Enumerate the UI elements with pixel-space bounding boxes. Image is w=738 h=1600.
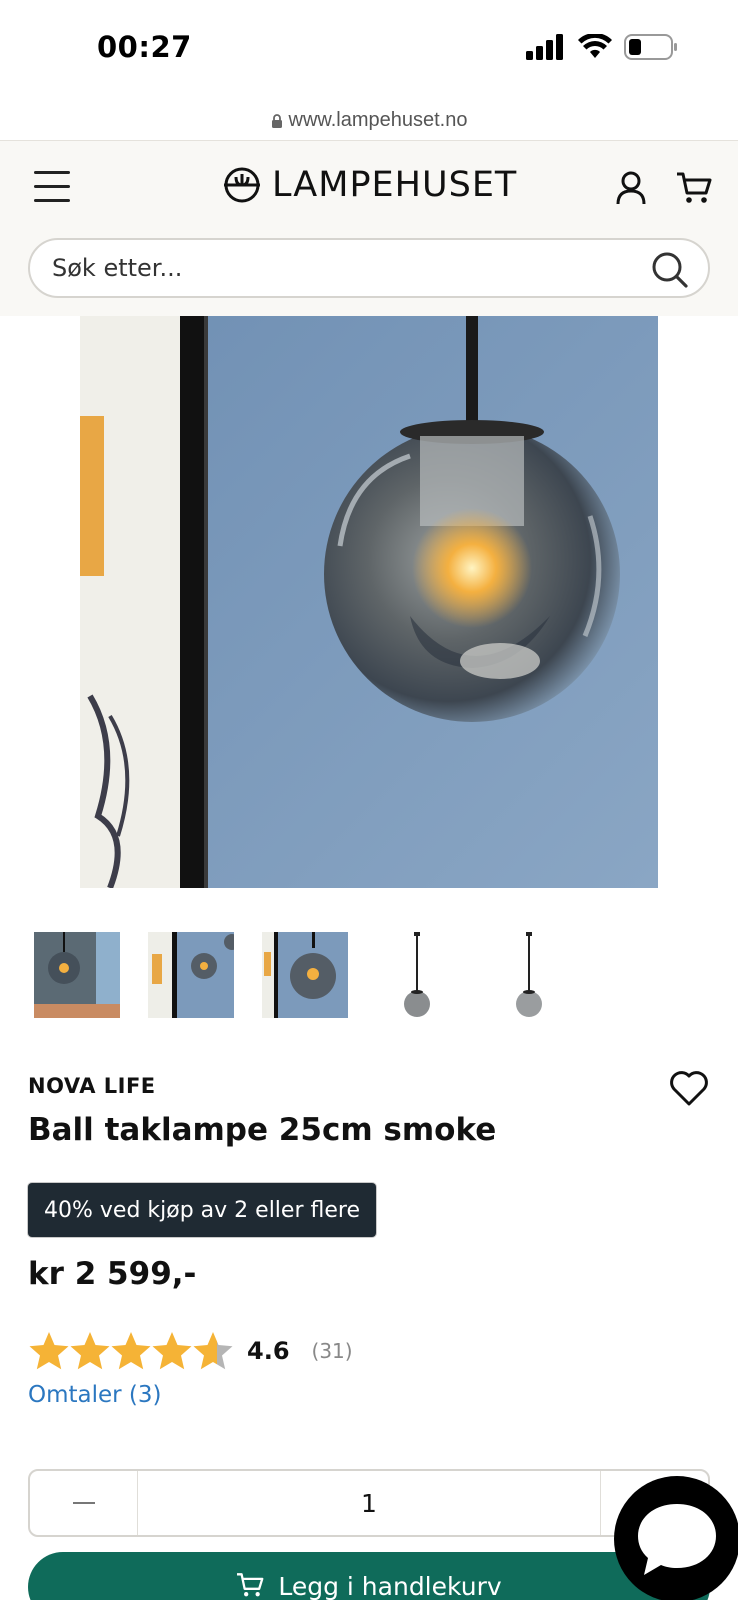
status-bar: 00:27 [0, 0, 738, 100]
product-rating: 4.6 (31) [28, 1330, 353, 1372]
logo-text: LAMPEHUSET [272, 165, 518, 205]
url-text: www.lampehuset.no [288, 108, 468, 131]
quantity-stepper: 1 [28, 1469, 710, 1537]
thumbnail-1[interactable] [34, 932, 120, 1018]
site-logo[interactable]: LAMPEHUSET [220, 165, 517, 205]
search-icon[interactable] [650, 250, 690, 290]
thumbnail-4[interactable] [374, 932, 460, 1018]
product-brand[interactable]: NOVA LIFE [28, 1074, 156, 1098]
rating-stars [28, 1330, 233, 1372]
add-to-cart-label: Legg i handlekurv [278, 1572, 502, 1600]
star-icon [152, 1332, 192, 1370]
account-icon[interactable] [615, 171, 647, 205]
heart-icon[interactable] [668, 1068, 710, 1108]
rating-count: (31) [311, 1339, 353, 1363]
menu-icon[interactable] [34, 171, 70, 203]
address-bar[interactable]: www.lampehuset.no [0, 100, 738, 140]
cart-icon[interactable] [676, 171, 712, 205]
product-title: Ball taklampe 25cm smoke [28, 1112, 497, 1148]
thumbnail-gallery [34, 932, 714, 1018]
add-to-cart-button[interactable]: Legg i handlekurv [28, 1552, 710, 1600]
battery-icon [624, 34, 677, 60]
product-price: kr 2 599,- [28, 1256, 197, 1292]
status-icons [526, 34, 678, 60]
wifi-icon [578, 34, 612, 58]
promo-badge: 40% ved kjøp av 2 eller flere [28, 1183, 376, 1237]
product-main-image[interactable] [80, 316, 658, 888]
quantity-decrease-button[interactable] [30, 1471, 138, 1535]
thumbnail-5[interactable] [486, 932, 572, 1018]
reviews-link[interactable]: Omtaler (3) [28, 1382, 162, 1408]
chat-button[interactable] [614, 1476, 738, 1600]
pendant-lamp-photo [80, 316, 658, 888]
chat-icon [638, 1504, 716, 1575]
star-icon [29, 1332, 69, 1370]
signal-icon [526, 34, 563, 60]
quantity-value[interactable]: 1 [138, 1471, 600, 1535]
cart-icon [237, 1573, 264, 1597]
minus-icon [72, 1502, 95, 1504]
star-icon [111, 1332, 151, 1370]
thumbnail-2[interactable] [148, 932, 234, 1018]
star-icon [70, 1332, 110, 1370]
logo-icon [224, 167, 260, 203]
lock-icon [271, 114, 282, 128]
search-bar [28, 238, 710, 298]
status-time: 00:27 [97, 30, 192, 64]
star-icon [193, 1332, 233, 1370]
thumbnail-3[interactable] [262, 932, 348, 1018]
site-header: LAMPEHUSET [0, 140, 738, 316]
rating-value: 4.6 [247, 1337, 290, 1365]
search-input[interactable] [30, 254, 630, 282]
